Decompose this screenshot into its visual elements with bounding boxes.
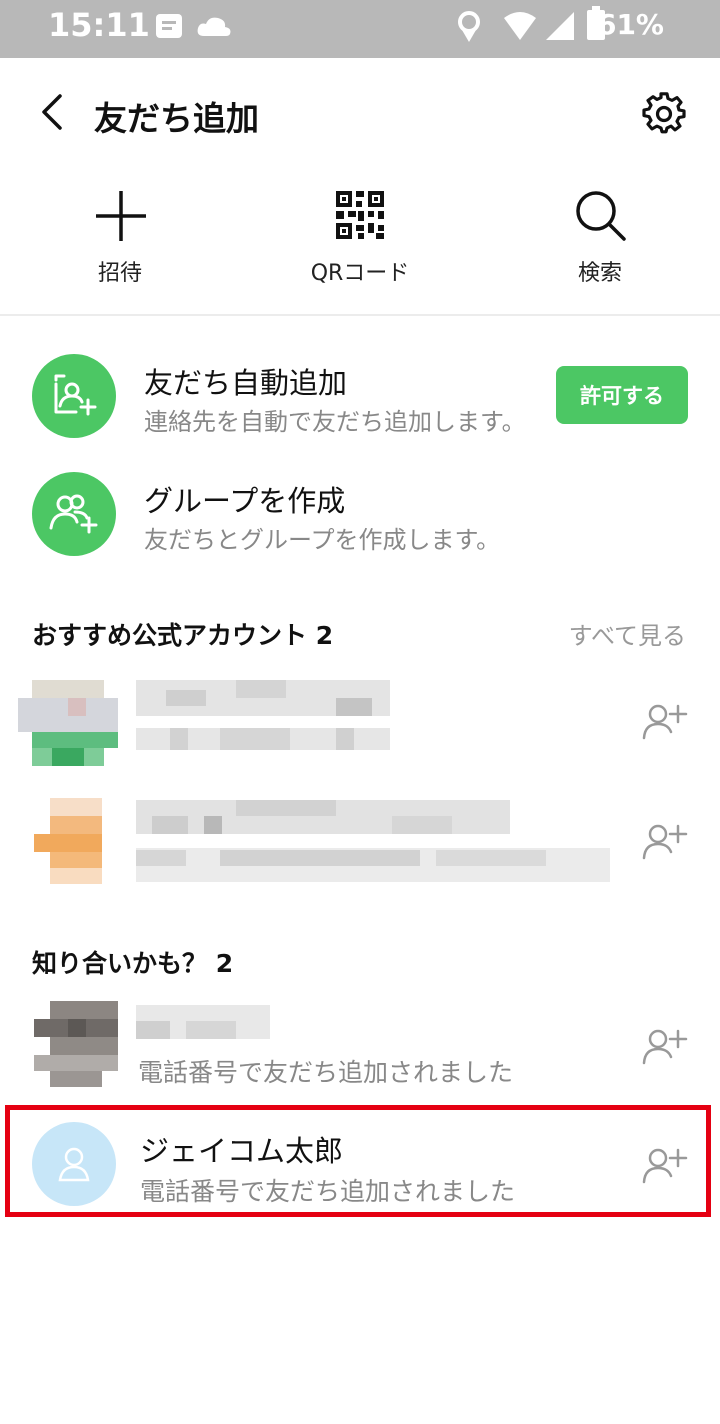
battery-percentage: 61%	[596, 8, 664, 41]
create-group-subtitle: 友だちとグループを作成します。	[144, 526, 501, 554]
signal-icon	[546, 12, 574, 40]
cloud-icon	[197, 17, 231, 36]
added-by-phone-text: 電話番号で友だち追加されました	[138, 1058, 514, 1087]
avatar	[34, 798, 102, 884]
avatar	[18, 680, 118, 766]
invite-label: 招待	[97, 261, 142, 286]
qr-code-label: QRコード	[310, 261, 410, 286]
wifi-icon	[504, 12, 536, 40]
list-item[interactable]: 電話番号で友だち追加されました	[0, 995, 720, 1095]
group-add-icon	[49, 494, 98, 534]
see-all-link[interactable]: すべて見る	[569, 616, 686, 651]
create-group-avatar	[32, 472, 116, 556]
name-blurred	[136, 1005, 270, 1039]
status-bar: 15:11 61%	[0, 0, 720, 58]
name-blurred	[136, 680, 390, 716]
auto-add-title: 友だち自動追加	[144, 366, 348, 400]
auto-add-avatar	[32, 354, 116, 438]
add-friend-icon[interactable]	[642, 702, 688, 742]
qr-code-shortcut[interactable]: QRコード	[280, 185, 440, 295]
avatar	[34, 1001, 118, 1087]
highlight-box	[5, 1105, 711, 1217]
name-blurred	[136, 800, 510, 834]
search-label: 検索	[577, 261, 622, 286]
settings-gear-icon[interactable]	[642, 92, 686, 136]
hotspot-icon	[458, 11, 480, 42]
message-notification-icon	[156, 14, 182, 38]
people-may-know-title: 知り合いかも？ 2	[32, 949, 234, 978]
add-friend-icon[interactable]	[642, 822, 688, 862]
search-icon	[576, 191, 626, 241]
description-blurred	[136, 848, 610, 882]
qr-code-icon	[336, 191, 384, 239]
search-shortcut[interactable]: 検索	[520, 185, 680, 295]
status-time: 15:11	[48, 6, 150, 44]
divider	[0, 314, 720, 316]
description-blurred	[136, 728, 390, 750]
create-group-title: グループを作成	[144, 484, 346, 518]
auto-add-subtitle: 連絡先を自動で友だち追加します。	[144, 408, 526, 436]
allow-button[interactable]: 許可する	[556, 366, 688, 424]
list-item[interactable]	[0, 790, 720, 900]
plus-icon	[96, 191, 146, 241]
create-group-row[interactable]: グループを作成 友だちとグループを作成します。	[0, 458, 720, 568]
recommended-section-title: おすすめ公式アカウント 2	[32, 621, 334, 650]
add-friend-icon[interactable]	[642, 1027, 688, 1067]
back-arrow-icon[interactable]	[38, 92, 68, 132]
invite-shortcut[interactable]: 招待	[40, 185, 200, 295]
contact-add-icon	[54, 374, 97, 416]
page-title: 友だち追加	[94, 99, 259, 138]
list-item[interactable]	[0, 670, 720, 780]
